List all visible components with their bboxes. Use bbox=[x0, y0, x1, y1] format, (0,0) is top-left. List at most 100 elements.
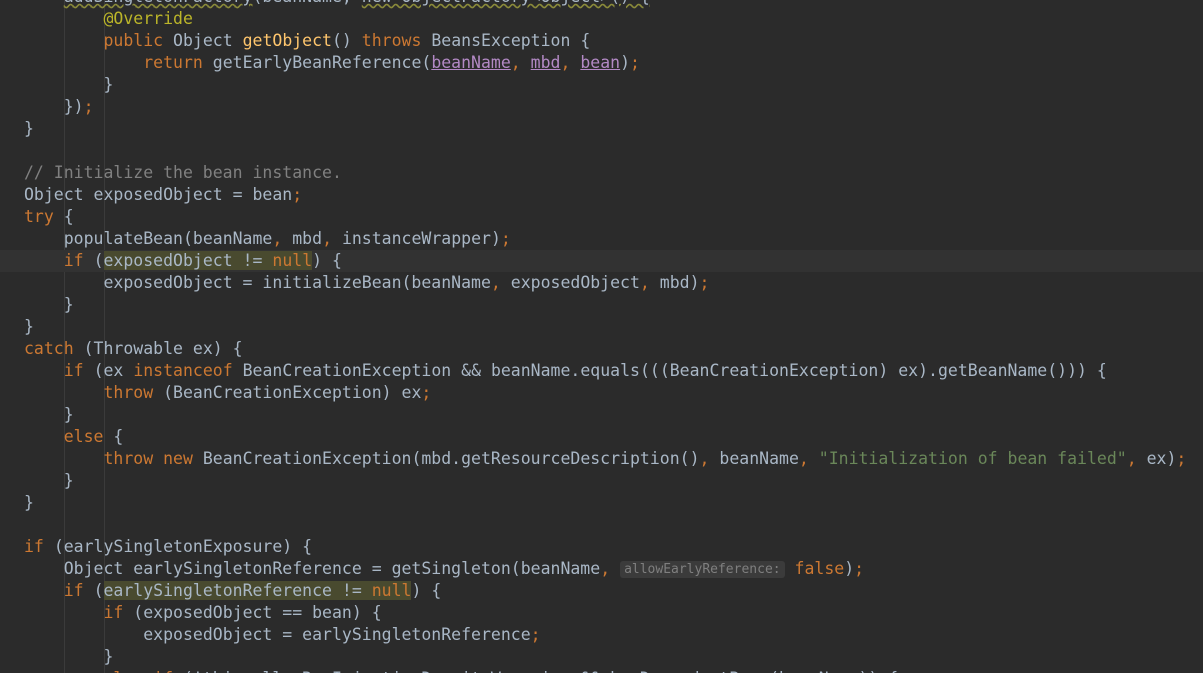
code-token: beanName bbox=[719, 449, 799, 468]
code-line[interactable]: return getEarlyBeanReference(beanName, m… bbox=[0, 52, 1203, 74]
code-line[interactable]: } bbox=[0, 74, 1203, 96]
code-line[interactable]: Object exposedObject = bean; bbox=[0, 184, 1203, 206]
code-line[interactable]: // Initialize the bean instance. bbox=[0, 162, 1203, 184]
code-line[interactable]: if (earlySingletonExposure) { bbox=[0, 536, 1203, 558]
code-line[interactable]: if (ex instanceof BeanCreationException … bbox=[0, 360, 1203, 382]
code-line[interactable]: else if (!this.allowRawInjectionDespiteW… bbox=[0, 668, 1203, 673]
code-token: false bbox=[794, 559, 845, 578]
code-line[interactable]: } bbox=[0, 316, 1203, 338]
code-line[interactable]: } bbox=[0, 470, 1203, 492]
code-token: null bbox=[272, 251, 313, 270]
code-token: , bbox=[322, 229, 342, 248]
code-line-content: exposedObject = earlySingletonReference; bbox=[24, 624, 541, 646]
code-line-content: if (earlySingletonReference != null) { bbox=[24, 580, 441, 602]
code-token: if bbox=[103, 603, 134, 622]
code-token: ; bbox=[500, 229, 511, 248]
code-line-content: } bbox=[24, 74, 113, 96]
code-token: , bbox=[490, 273, 511, 292]
code-editor[interactable]: addSingletonFactory(beanName, new Object… bbox=[0, 0, 1203, 673]
code-line[interactable]: if (exposedObject != null) { bbox=[0, 250, 1203, 272]
code-token: , bbox=[600, 559, 621, 578]
code-token: ; bbox=[530, 625, 541, 644]
code-line-content: Object exposedObject = bean; bbox=[24, 184, 302, 206]
code-line-content: public Object getObject() throws BeansEx… bbox=[24, 30, 590, 52]
code-line[interactable]: else { bbox=[0, 426, 1203, 448]
code-line[interactable] bbox=[0, 140, 1203, 162]
code-line-content: else if (!this.allowRawInjectionDespiteW… bbox=[24, 668, 898, 673]
code-line[interactable]: } bbox=[0, 118, 1203, 140]
code-token: } bbox=[63, 405, 74, 424]
code-line[interactable]: exposedObject = earlySingletonReference; bbox=[0, 624, 1203, 646]
code-token: new ObjectFactory<Object>() { bbox=[362, 0, 650, 6]
code-token: , bbox=[272, 229, 293, 248]
code-token: (Throwable ex) { bbox=[83, 339, 243, 358]
code-token: ( bbox=[93, 581, 104, 600]
code-line[interactable] bbox=[0, 514, 1203, 536]
code-line-content: catch (Throwable ex) { bbox=[24, 338, 243, 360]
code-line[interactable]: try { bbox=[0, 206, 1203, 228]
code-token: (BeanCreationException) ex bbox=[163, 383, 422, 402]
code-token: } bbox=[24, 119, 34, 138]
code-line[interactable]: } bbox=[0, 404, 1203, 426]
code-token: } bbox=[103, 75, 114, 94]
code-token: exposedObject != bbox=[103, 251, 273, 270]
code-line[interactable]: Object earlySingletonReference = getSing… bbox=[0, 558, 1203, 580]
code-token: catch bbox=[24, 339, 84, 358]
code-token: getEarlyBeanReference( bbox=[212, 53, 432, 72]
code-token: populateBean(beanName bbox=[63, 229, 273, 248]
code-line[interactable]: throw (BeanCreationException) ex; bbox=[0, 382, 1203, 404]
code-token: throws bbox=[361, 31, 432, 50]
code-token: @Override bbox=[103, 9, 193, 28]
code-token: instanceof bbox=[133, 361, 243, 380]
code-token: } bbox=[103, 647, 114, 666]
code-line[interactable]: }); bbox=[0, 96, 1203, 118]
code-token: throw new bbox=[103, 449, 203, 468]
code-token: BeansException { bbox=[431, 31, 591, 50]
code-line[interactable]: catch (Throwable ex) { bbox=[0, 338, 1203, 360]
code-token: if bbox=[24, 537, 54, 556]
code-token: exposedObject = earlySingletonReference bbox=[143, 625, 531, 644]
code-token: } bbox=[24, 317, 34, 336]
code-line-content: } bbox=[24, 492, 34, 514]
code-line-content: }); bbox=[24, 96, 94, 118]
code-token: { bbox=[63, 207, 74, 226]
code-line[interactable]: throw new BeanCreationException(mbd.getR… bbox=[0, 448, 1203, 470]
code-token: ) { bbox=[312, 251, 342, 270]
code-line[interactable]: addSingletonFactory(beanName, new Object… bbox=[0, 0, 1203, 8]
code-token: // Initialize the bean instance. bbox=[24, 163, 342, 182]
code-line[interactable]: } bbox=[0, 646, 1203, 668]
code-line-content: if (ex instanceof BeanCreationException … bbox=[24, 360, 1107, 382]
code-line[interactable]: if (exposedObject == bean) { bbox=[0, 602, 1203, 624]
code-line[interactable]: } bbox=[0, 492, 1203, 514]
code-token: ; bbox=[83, 97, 94, 116]
code-line[interactable]: exposedObject = initializeBean(beanName,… bbox=[0, 272, 1203, 294]
code-line[interactable]: populateBean(beanName, mbd, instanceWrap… bbox=[0, 228, 1203, 250]
code-token: earlySingletonReference != bbox=[103, 581, 372, 600]
code-token: if bbox=[63, 251, 94, 270]
code-line[interactable]: if (earlySingletonReference != null) { bbox=[0, 580, 1203, 602]
code-token: else if bbox=[103, 669, 182, 673]
code-line[interactable]: public Object getObject() throws BeansEx… bbox=[0, 30, 1203, 52]
code-line[interactable]: @Override bbox=[0, 8, 1203, 30]
code-line[interactable]: } bbox=[0, 294, 1203, 316]
code-token: ; bbox=[630, 53, 640, 72]
code-token: ; bbox=[699, 273, 710, 292]
code-token: else bbox=[63, 427, 114, 446]
code-token: return bbox=[143, 53, 213, 72]
code-token: } bbox=[63, 295, 74, 314]
code-token: } bbox=[24, 493, 34, 512]
code-line-content: } bbox=[24, 470, 74, 492]
code-token: ; bbox=[1176, 449, 1187, 468]
code-line-content: } bbox=[24, 404, 74, 426]
